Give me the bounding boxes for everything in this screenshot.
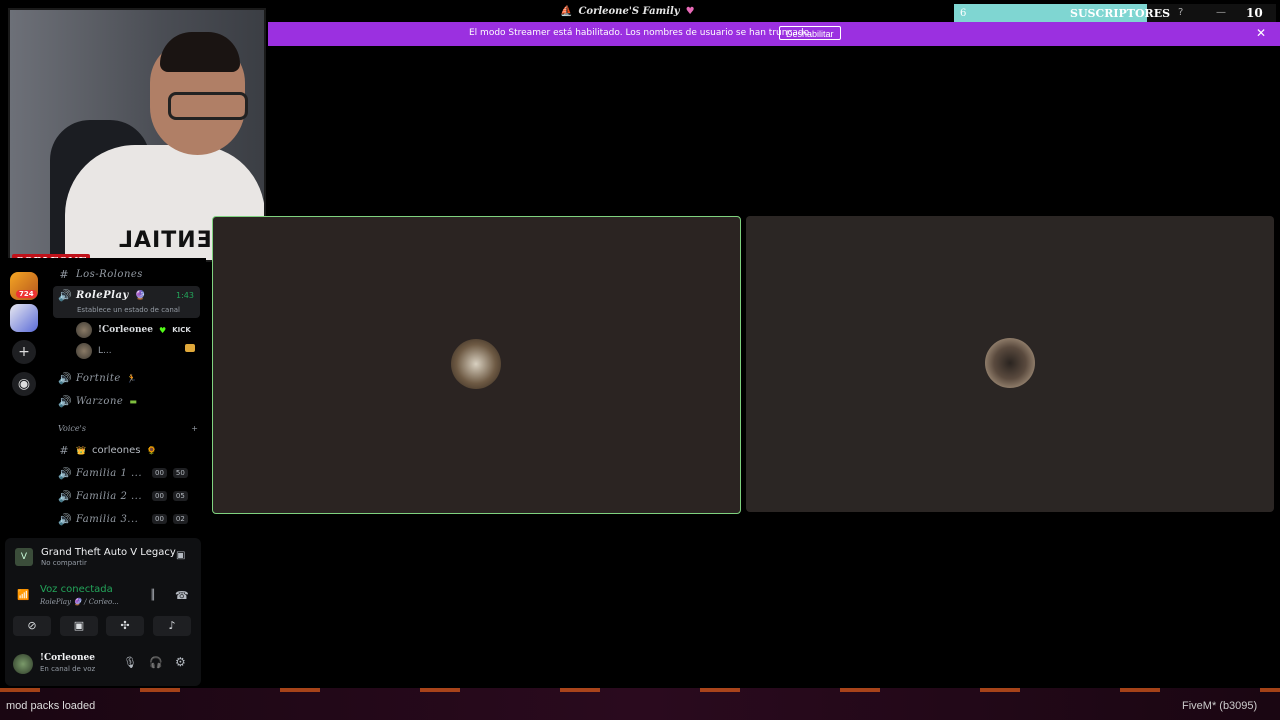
channel-corleones[interactable]: # 👑 corleones 🌻: [58, 440, 156, 460]
activity-subtitle: No compartir: [41, 559, 87, 567]
mod-packs-status: mod packs loaded: [6, 700, 96, 712]
unread-badge: 724: [16, 290, 37, 298]
add-channel-icon[interactable]: +: [191, 424, 198, 433]
help-icon[interactable]: ?: [1178, 7, 1183, 18]
user-limit: 02: [172, 514, 188, 524]
kick-tag: KICK: [172, 326, 191, 334]
game-glow: [0, 688, 1280, 692]
speaker-icon: 🔊: [58, 289, 72, 302]
soundboard-button[interactable]: ♪: [153, 616, 191, 636]
game-status-bar: mod packs loaded FiveM* (b3095): [0, 688, 1280, 720]
crown-icon: 👑: [76, 445, 86, 455]
discover-icon[interactable]: ◉: [12, 372, 36, 396]
gear-icon[interactable]: ⚙: [175, 655, 186, 669]
headphones-icon[interactable]: 🎧: [149, 656, 163, 669]
voice-connected-label[interactable]: Voz conectada: [40, 584, 113, 595]
window-title-text: Corleone'S Family: [578, 5, 680, 17]
video-tile-speaking[interactable]: [212, 216, 741, 514]
user-limit: 05: [172, 491, 188, 501]
channel-name: corleones: [91, 444, 141, 456]
avatar: [451, 339, 501, 389]
channel-name: Familia 1 ...: [76, 467, 143, 479]
gta-icon: V: [15, 548, 33, 566]
minimize-button[interactable]: —: [1216, 7, 1226, 18]
hashtag-icon: #: [59, 443, 69, 457]
channel-familia-1[interactable]: 🔊 Familia 1 ... 00 50: [58, 463, 203, 483]
avatar: [76, 343, 92, 359]
user-name: !Corleonee: [40, 653, 96, 663]
activities-button[interactable]: ✣: [106, 616, 144, 636]
voice-user-name: !Corleonee: [98, 325, 154, 335]
crystal-ball-icon: 🔮: [134, 290, 146, 301]
add-server-icon[interactable]: +: [12, 340, 36, 364]
user-limit: 50: [172, 468, 188, 478]
voice-user-corleonee[interactable]: !Corleonee ♥ KICK: [76, 320, 191, 340]
video-tile[interactable]: [746, 216, 1274, 512]
channel-familia-2[interactable]: 🔊 Familia 2 ... 00 05: [58, 486, 203, 506]
user-count: 00: [152, 514, 167, 524]
runner-icon: 🏃: [126, 373, 137, 383]
window-title: ⛵ Corleone'S Family ♥: [560, 3, 695, 19]
category-voices[interactable]: Voice's +: [58, 424, 198, 433]
channel-name: RolePlay: [76, 290, 129, 301]
disconnect-icon[interactable]: ☎: [175, 589, 189, 602]
banner-text: El modo Streamer está habilitado. Los no…: [469, 28, 812, 38]
speaker-icon: 🔊: [58, 466, 72, 480]
ship-icon: ⛵: [560, 5, 573, 17]
user-count: 00: [152, 491, 167, 501]
fivem-build: FiveM* (b3095): [1182, 700, 1258, 712]
speaker-icon: 🔊: [58, 371, 72, 385]
voice-user-name: L...: [98, 346, 112, 356]
avatar: [76, 322, 92, 338]
channel-name: Familia 2 ...: [76, 490, 143, 502]
speaker-icon: 🔊: [58, 489, 72, 503]
noise-suppression-icon[interactable]: ║: [150, 590, 156, 601]
activity-title: Grand Theft Auto V Legacy: [41, 547, 176, 558]
channel-warzone[interactable]: 🔊 Warzone ▬: [58, 391, 137, 411]
speaker-icon: 🔊: [58, 512, 72, 526]
channel-name: Warzone: [76, 395, 124, 407]
streamer-mode-banner: El modo Streamer está habilitado. Los no…: [268, 22, 1280, 46]
camera-off-button[interactable]: ⊘: [13, 616, 51, 636]
webcam-person-glasses: [168, 92, 248, 120]
hashtag-icon: #: [59, 267, 69, 281]
kick-heart-icon: ♥: [159, 325, 167, 335]
voice-user-l[interactable]: L...: [76, 341, 112, 361]
heart-icon: ♥: [685, 5, 695, 17]
gun-icon: ▬: [129, 396, 137, 406]
channel-name: Familia 3...: [76, 513, 139, 525]
voice-channel-label[interactable]: RolePlay 🔮 / Corleo...: [40, 598, 119, 606]
channel-status-hint[interactable]: Establece un estado de canal: [77, 306, 180, 314]
channel-fortnite[interactable]: 🔊 Fortnite 🏃: [58, 368, 137, 388]
avatar: [985, 338, 1035, 388]
activity-badge-icon: [185, 344, 195, 352]
channel-familia-3[interactable]: 🔊 Familia 3... 00 02: [58, 509, 203, 529]
server-icon-secondary[interactable]: [10, 304, 38, 332]
subscriber-label: SUSCRIPTORES: [1070, 7, 1171, 20]
channel-name: Los-Rolones: [76, 268, 143, 280]
screen-share-icon[interactable]: ▣: [176, 550, 185, 561]
voice-timer: 1:43: [176, 291, 194, 300]
share-screen-button[interactable]: ▣: [60, 616, 98, 636]
category-name: Voice's: [58, 424, 86, 433]
channel-roleplay[interactable]: 🔊 RolePlay 🔮 1:43 Establece un estado de…: [53, 286, 200, 318]
sunflower-icon: 🌻: [146, 445, 157, 455]
channel-name: Fortnite: [76, 372, 121, 384]
user-status: En canal de voz: [40, 665, 96, 673]
signal-icon: 📶: [17, 590, 30, 601]
disable-streamer-button[interactable]: Deshabilitar: [779, 26, 841, 40]
subscriber-goal-widget: 6 SUSCRIPTORES ? — 10: [954, 4, 1276, 22]
close-icon[interactable]: ✕: [1256, 26, 1266, 40]
user-count: 00: [152, 468, 167, 478]
channel-los-rolones[interactable]: # Los-Rolones: [58, 264, 143, 284]
user-voice-panel: V Grand Theft Auto V Legacy No compartir…: [5, 538, 201, 686]
speaker-icon: 🔊: [58, 394, 72, 408]
subscriber-current: 6: [960, 8, 967, 19]
microphone-icon[interactable]: 🎙: [123, 656, 137, 669]
subscriber-goal: 10: [1246, 6, 1263, 20]
avatar[interactable]: [13, 654, 33, 674]
